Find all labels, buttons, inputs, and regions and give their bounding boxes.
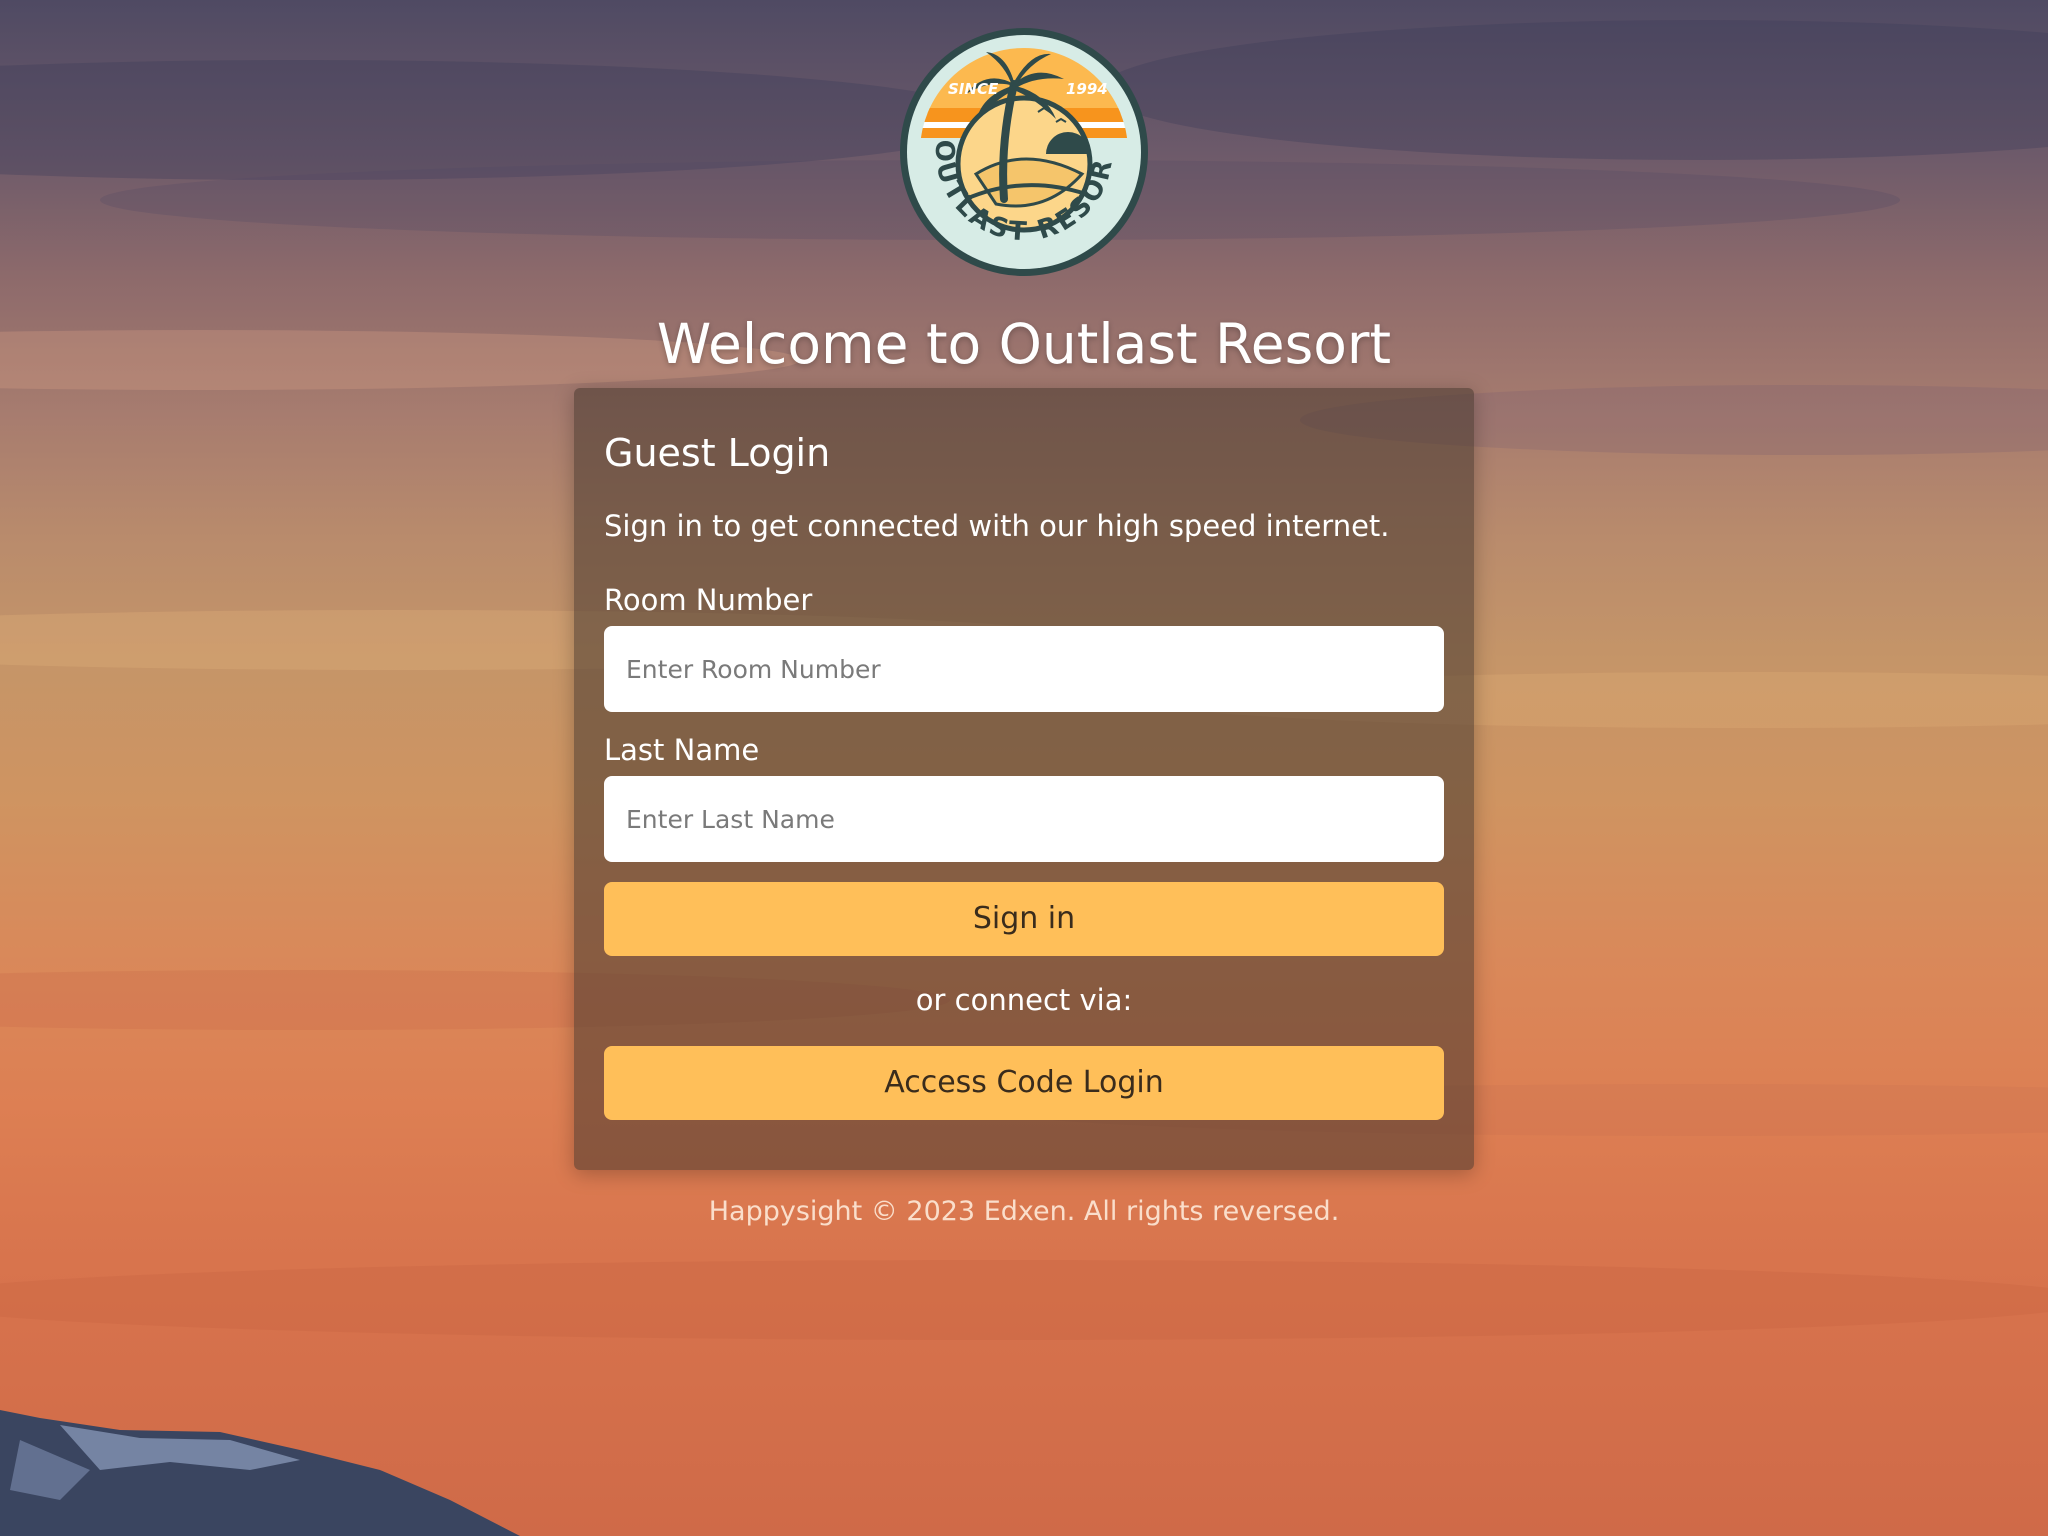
guest-login-card: Guest Login Sign in to get connected wit… <box>574 388 1474 1170</box>
palm-tree-sunset-icon: SINCE 1994 OUTLAST RESORT <box>886 1 1148 276</box>
card-title: Guest Login <box>604 431 831 475</box>
connect-via-text: or connect via: <box>915 983 1133 1017</box>
last-name-input[interactable] <box>604 776 1444 862</box>
resort-logo: SINCE 1994 OUTLAST RESORT <box>886 1 1152 280</box>
card-subtitle: Sign in to get connected with our high s… <box>604 509 1390 543</box>
logo-since-text: SINCE <box>948 80 999 98</box>
footer-copyright: Happysight © 2023 Edxen. All rights reve… <box>708 1196 1340 1227</box>
logo-year-text: 1994 <box>1066 80 1108 98</box>
last-name-label: Last Name <box>604 733 760 767</box>
room-number-label: Room Number <box>604 583 813 617</box>
sign-in-button[interactable]: Sign in <box>604 882 1444 956</box>
welcome-title: Welcome to Outlast Resort <box>656 312 1392 376</box>
room-number-input[interactable] <box>604 626 1444 712</box>
access-code-login-button[interactable]: Access Code Login <box>604 1046 1444 1120</box>
